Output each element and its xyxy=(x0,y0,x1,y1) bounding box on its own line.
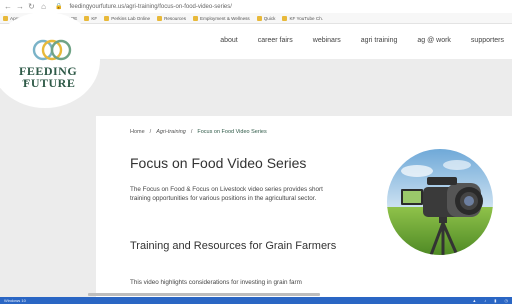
reload-icon[interactable]: ↻ xyxy=(28,0,35,13)
clock-icon[interactable]: ◷ xyxy=(505,298,509,303)
page-title: Focus on Food Video Series xyxy=(130,155,307,171)
breadcrumb-separator: / xyxy=(190,129,193,135)
url-field[interactable]: feedingyourfuture.us/agri-training/focus… xyxy=(69,4,231,10)
section-heading: Training and Resources for Grain Farmers xyxy=(130,240,337,252)
logo-rings-icon xyxy=(32,39,72,61)
breadcrumb-separator: / xyxy=(149,129,152,135)
nav-about[interactable]: about xyxy=(220,37,238,44)
breadcrumb-section[interactable]: Agri-training xyxy=(156,129,186,135)
bookmark-item[interactable]: KF xyxy=(84,15,97,21)
nav-ag-at-work[interactable]: ag @ work xyxy=(417,37,451,44)
main-nav: about career fairs webinars agri trainin… xyxy=(220,37,504,44)
bookmark-item[interactable]: KF YouTube Ch. xyxy=(282,15,323,21)
volume-icon[interactable]: ♪ xyxy=(484,298,486,303)
start-label[interactable]: Windows 10 xyxy=(4,298,26,303)
nav-webinars[interactable]: webinars xyxy=(313,37,341,44)
system-tray: ▲ ♪ ▮ ◷ xyxy=(472,298,508,303)
bookmark-item[interactable]: Resources xyxy=(157,15,186,21)
video-camera-photo xyxy=(387,149,493,255)
nav-agri-training[interactable]: agri training xyxy=(361,37,398,44)
logo-text: FUTURE xyxy=(23,76,76,90)
bookmark-item[interactable]: Employment & Wellness xyxy=(193,15,250,21)
body-paragraph: This video highlights considerations for… xyxy=(130,279,302,286)
apps-icon xyxy=(3,15,8,21)
folder-icon xyxy=(193,15,199,21)
folder-icon xyxy=(157,15,163,21)
folder-icon xyxy=(256,15,262,21)
taskbar: Windows 10 ▲ ♪ ▮ ◷ xyxy=(0,297,512,304)
intro-paragraph: The Focus on Food & Focus on Livestock v… xyxy=(130,186,323,202)
network-icon[interactable]: ▲ xyxy=(472,298,476,303)
breadcrumb-current: Focus on Food Video Series xyxy=(197,129,267,135)
lock-icon: 🔒 xyxy=(55,4,63,10)
bookmark-item[interactable]: Quick xyxy=(256,15,275,21)
folder-icon xyxy=(84,15,90,21)
content-card: Home / Agri-training / Focus on Food Video S… xyxy=(96,116,512,297)
nav-career-fairs[interactable]: career fairs xyxy=(258,37,293,44)
battery-icon[interactable]: ▮ xyxy=(494,298,496,303)
folder-icon xyxy=(104,15,110,21)
nav-supporters[interactable]: supporters xyxy=(471,37,504,44)
breadcrumb: Home / Agri-training / Focus on Food Video S… xyxy=(130,129,267,135)
horizontal-scrollbar[interactable] xyxy=(88,293,320,296)
breadcrumb-home[interactable]: Home xyxy=(130,129,145,135)
folder-icon xyxy=(282,15,288,21)
back-icon[interactable]: ← xyxy=(4,0,12,13)
bookmark-item[interactable]: Perkins Lab Online xyxy=(104,15,150,21)
forward-icon[interactable]: → xyxy=(16,0,24,13)
browser-address-bar: ← → ↻ ⌂ 🔒 feedingyourfuture.us/agri-trai… xyxy=(0,0,512,13)
